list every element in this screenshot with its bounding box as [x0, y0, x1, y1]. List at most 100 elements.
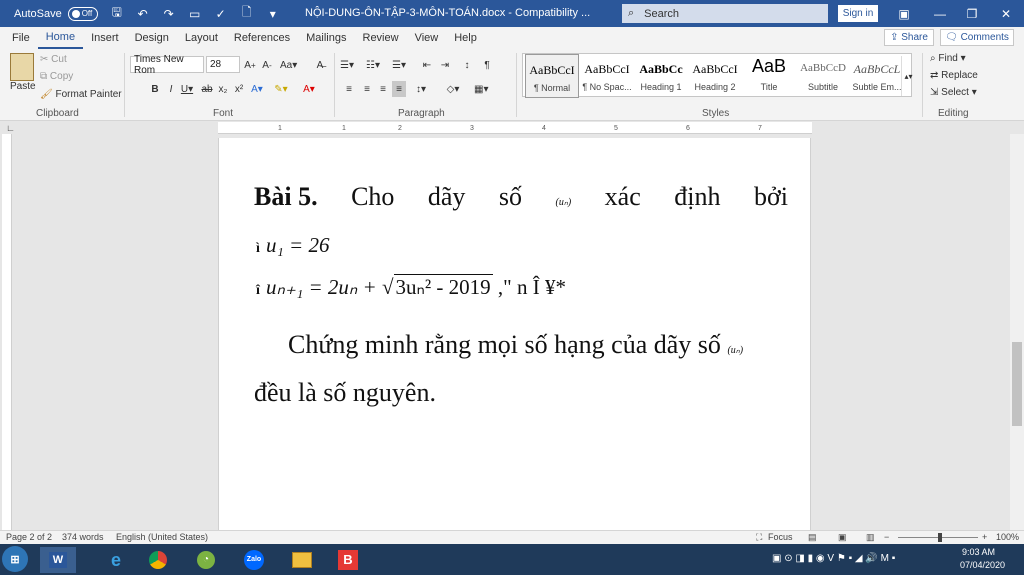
replace-button[interactable]: ⇄ Replace	[930, 70, 978, 81]
clock-time[interactable]: 9:03 AM	[962, 547, 995, 557]
comments-button[interactable]: 🗨 Comments	[940, 29, 1014, 46]
copy-button[interactable]: ⧉ Copy	[40, 71, 73, 82]
tab-view[interactable]: View	[407, 27, 447, 49]
focus-mode-button[interactable]: Focus	[768, 532, 793, 542]
minimize-icon[interactable]: —	[926, 4, 954, 24]
vertical-ruler[interactable]	[2, 134, 12, 530]
style-heading-2[interactable]: AaBbCcI Heading 2	[688, 54, 742, 98]
sign-in-button[interactable]: Sign in	[838, 5, 878, 22]
align-center-icon[interactable]: ≡	[360, 81, 374, 97]
font-size-box[interactable]: 28	[206, 56, 240, 73]
numbering-icon[interactable]: ☷▾	[366, 57, 380, 73]
save-icon[interactable]: 🖫	[110, 5, 124, 21]
change-case-icon[interactable]: Aa▾	[280, 57, 297, 73]
language-indicator[interactable]: English (United States)	[116, 532, 208, 542]
tab-mailings[interactable]: Mailings	[298, 27, 354, 49]
word-count[interactable]: 374 words	[62, 532, 104, 542]
select-button[interactable]: ⇲ Select ▾	[930, 87, 977, 98]
italic-icon[interactable]: I	[164, 81, 178, 97]
read-mode-icon[interactable]: ▤	[808, 532, 817, 543]
undo-icon[interactable]: ↶	[136, 7, 150, 21]
highlight-icon[interactable]: ✎▾	[274, 81, 288, 97]
align-right-icon[interactable]: ≡	[376, 81, 390, 97]
tab-help[interactable]: Help	[446, 27, 485, 49]
tab-design[interactable]: Design	[127, 27, 177, 49]
zoom-level[interactable]: 100%	[996, 532, 1019, 542]
scrollbar-thumb[interactable]	[1012, 342, 1022, 426]
file-explorer-icon[interactable]	[284, 547, 320, 573]
style-heading-1[interactable]: AaBbCc Heading 1	[634, 54, 688, 98]
line-spacing-icon[interactable]: ↕▾	[414, 81, 428, 97]
new-document-icon[interactable]: 🗋	[240, 5, 254, 21]
font-color-icon[interactable]: A▾	[302, 81, 316, 97]
paragraph-text: Chứng minh rằng mọi số hạng của dãy số	[288, 330, 721, 359]
spelling-icon[interactable]: ✓	[214, 7, 228, 21]
shrink-font-icon[interactable]: A-	[260, 57, 274, 73]
tab-layout[interactable]: Layout	[177, 27, 226, 49]
zalo-icon[interactable]: Zalo	[236, 547, 272, 573]
strikethrough-icon[interactable]: ab	[200, 81, 214, 97]
align-left-icon[interactable]: ≡	[342, 81, 356, 97]
restore-icon[interactable]: ❐	[958, 4, 986, 24]
internet-explorer-icon[interactable]: e	[98, 547, 134, 573]
autosave-toggle[interactable]: Off	[67, 6, 98, 21]
bandicam-icon[interactable]: B	[330, 547, 366, 573]
decrease-indent-icon[interactable]: ⇤	[420, 57, 434, 73]
clear-formatting-icon[interactable]: A̶	[313, 57, 327, 73]
format-painter-button[interactable]: 🖌 Format Painter	[40, 89, 122, 100]
underline-icon[interactable]: U▾	[180, 81, 194, 97]
borders-icon[interactable]: ▦▾	[474, 81, 488, 97]
cut-button[interactable]: ✂ Cut	[40, 54, 67, 65]
close-icon[interactable]: ✕	[992, 4, 1020, 24]
tab-review[interactable]: Review	[355, 27, 407, 49]
zoom-slider-thumb[interactable]	[938, 533, 942, 542]
superscript-icon[interactable]: x²	[232, 81, 246, 97]
word-app-icon[interactable]: W	[40, 547, 76, 573]
vertical-scrollbar[interactable]	[1010, 134, 1024, 530]
style-title[interactable]: AaB Title	[742, 54, 796, 98]
font-name-box[interactable]: Times New Rom	[130, 54, 204, 76]
tab-references[interactable]: References	[226, 27, 298, 49]
search-box[interactable]: ⌕ Search	[622, 4, 828, 23]
style-no-spacing[interactable]: AaBbCcI ¶ No Spac...	[580, 54, 634, 98]
touch-mode-icon[interactable]: ▭	[188, 7, 202, 21]
sort-icon[interactable]: ↕	[460, 57, 474, 73]
zoom-out-icon[interactable]: −	[884, 532, 889, 542]
customize-toolbar-icon[interactable]: ▾	[266, 7, 280, 21]
styles-scroll-icon[interactable]: ▴▾	[901, 56, 915, 96]
tab-home[interactable]: Home	[37, 27, 84, 49]
zoom-in-icon[interactable]: +	[982, 532, 987, 542]
horizontal-ruler[interactable]: 1 1 2 3 4 5 6 7	[218, 122, 812, 134]
paste-button[interactable]: Paste	[10, 81, 36, 92]
web-layout-icon[interactable]: ▥	[866, 532, 875, 543]
tab-file[interactable]: File	[0, 27, 38, 49]
style-subtle-emphasis[interactable]: AaBbCcL Subtle Em...	[850, 54, 904, 98]
chrome-icon[interactable]	[140, 547, 176, 573]
start-button-icon[interactable]: ⊞	[2, 546, 28, 572]
page-count[interactable]: Page 2 of 2	[6, 532, 52, 542]
pilcrow-icon[interactable]: ¶	[480, 57, 494, 73]
shading-icon[interactable]: ◇▾	[446, 81, 460, 97]
tab-selector-icon[interactable]: ∟	[6, 123, 15, 133]
print-layout-icon[interactable]: ▣	[838, 532, 847, 543]
find-button[interactable]: ⌕ Find ▾	[930, 53, 966, 64]
share-button[interactable]: ⇪ Share	[884, 29, 934, 46]
clock-date[interactable]: 07/04/2020	[960, 560, 1005, 570]
tab-insert[interactable]: Insert	[83, 27, 127, 49]
style-subtitle[interactable]: AaBbCcD Subtitle	[796, 54, 850, 98]
text-effects-icon[interactable]: A▾	[250, 81, 264, 97]
tray-icons[interactable]: ▣ ⊙ ◨ ▮ ◉ V ⚑ ▪ ◢ 🔊 M ▪	[772, 553, 895, 564]
multilevel-list-icon[interactable]: ☰▾	[392, 57, 406, 73]
grow-font-icon[interactable]: A +	[243, 57, 257, 73]
paste-icon[interactable]	[10, 53, 34, 81]
justify-icon[interactable]: ≡	[392, 81, 406, 97]
increase-indent-icon[interactable]: ⇥	[438, 57, 452, 73]
redo-icon[interactable]: ↷	[162, 7, 176, 21]
focus-icon[interactable]: ⛶	[756, 532, 762, 543]
coccoc-browser-icon[interactable]: ◔	[188, 547, 224, 573]
ribbon-display-options-icon[interactable]: ▣	[890, 4, 918, 24]
bullets-icon[interactable]: ☰▾	[340, 57, 354, 73]
subscript-icon[interactable]: x₂	[216, 81, 230, 97]
style-normal[interactable]: AaBbCcI ¶ Normal	[525, 54, 579, 98]
bold-icon[interactable]: B	[148, 81, 162, 97]
